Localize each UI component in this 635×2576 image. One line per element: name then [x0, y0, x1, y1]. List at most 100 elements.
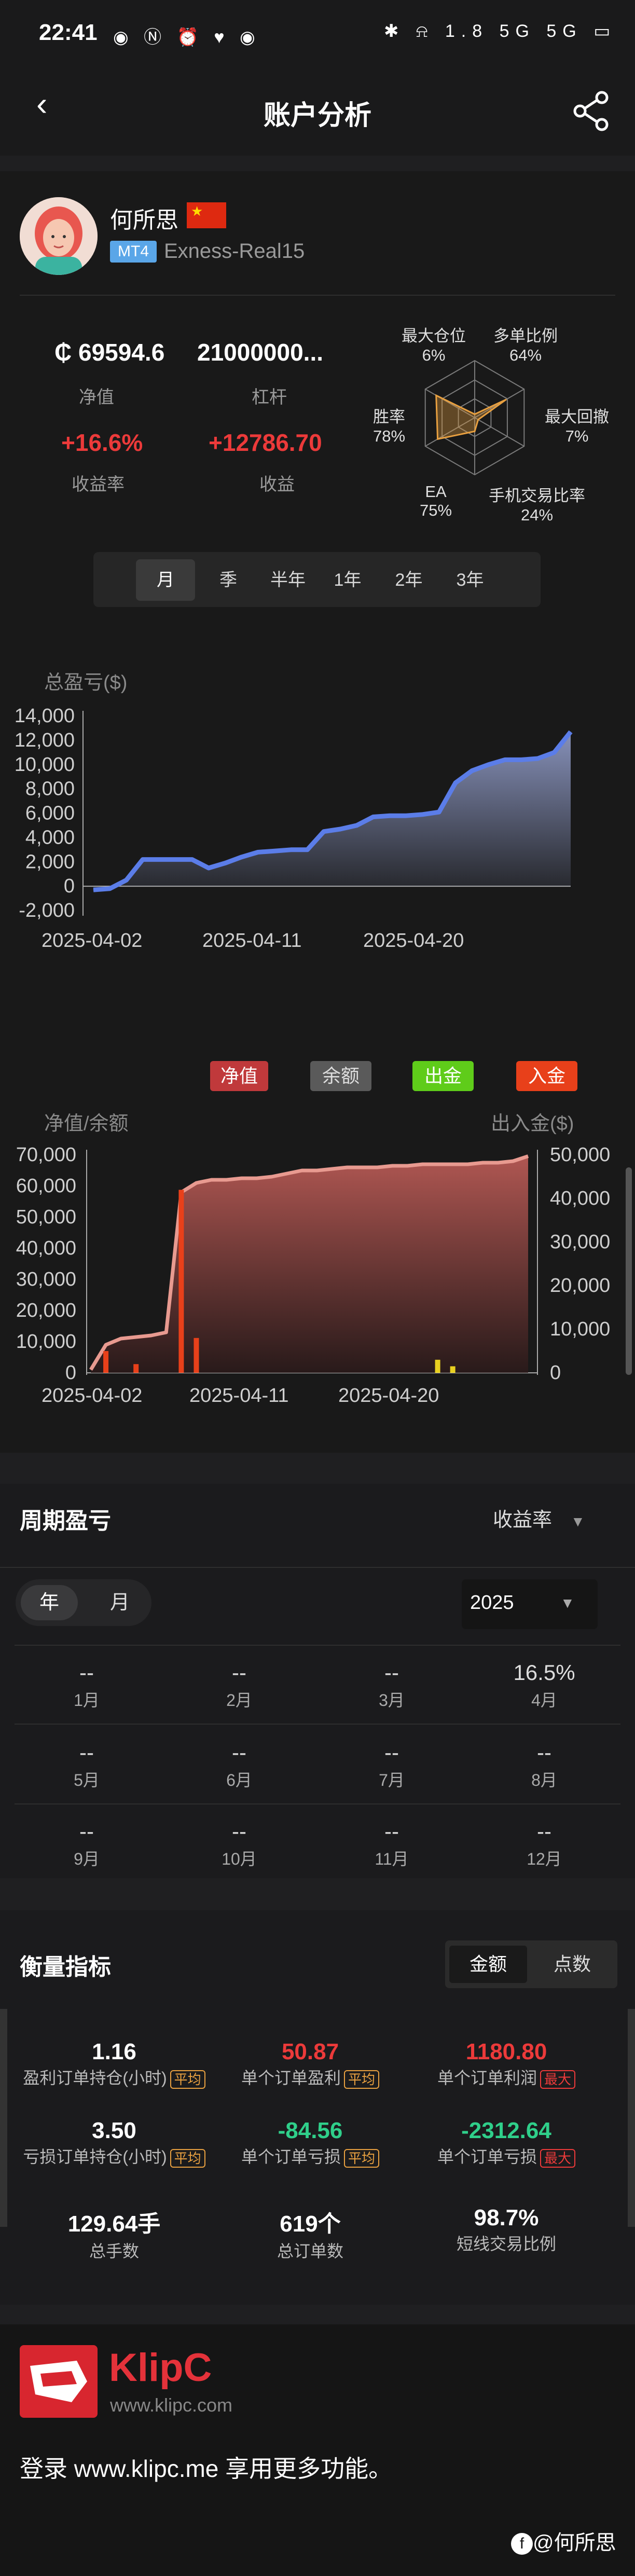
year-select-value: 2025 — [470, 1592, 514, 1614]
month-name: 6月 — [226, 1771, 252, 1789]
period-quarter[interactable]: 季 — [202, 559, 254, 601]
metric-dropdown-label: 收益率 — [493, 1509, 553, 1531]
metric-label-text: 亏损订单持仓(小时) — [23, 2147, 167, 2166]
metric-value: -2312.64 — [461, 2118, 551, 2143]
metric-cell: 1.16 盈利订单持仓(小时) 平均 — [16, 2039, 213, 2089]
radar-polygon — [435, 394, 507, 440]
month-name: 7月 — [379, 1771, 405, 1789]
equity-chart: 70,000 60,000 50,000 40,000 30,000 20,000 10,0… — [16, 1144, 610, 1407]
month-name: 10月 — [222, 1850, 257, 1868]
y-tick-label: 10,000 — [16, 1331, 76, 1353]
month-value: -- — [79, 1660, 94, 1685]
month-cell[interactable]: -- 7月 — [316, 1740, 467, 1791]
month-cell[interactable]: -- 11月 — [316, 1819, 467, 1870]
x-tick-label: 2025-04-20 — [363, 930, 464, 952]
metrics-title: 衡量指标 — [20, 1954, 111, 1980]
legend-withdraw[interactable]: 出金 — [412, 1061, 474, 1091]
y2-tick-label: 20,000 — [550, 1275, 610, 1297]
month-cell[interactable]: -- 2月 — [164, 1660, 314, 1711]
radar-label-long-ratio: 多单比例 64% — [493, 327, 558, 364]
metric-badge: 平均 — [344, 2070, 380, 2089]
metric-value: 98.7% — [474, 2205, 539, 2230]
y2-tick-label: 0 — [550, 1362, 561, 1384]
y-tick-label: -2,000 — [19, 900, 75, 921]
watermark: f @何所思 — [511, 2526, 616, 2556]
avatar-illustration — [20, 197, 98, 275]
metric-cell: 1180.80 单个订单利润 最大 — [408, 2039, 605, 2089]
metric-label: 单个订单亏损 平均 — [212, 2144, 409, 2168]
toggle-year[interactable]: 年 — [21, 1585, 78, 1620]
legend-balance[interactable]: 余额 — [310, 1061, 371, 1091]
period-half-year[interactable]: 半年 — [262, 559, 314, 601]
return-rate-value: +16.6% — [61, 429, 143, 456]
profit-label: 收益 — [259, 475, 295, 494]
pnl-point — [109, 888, 111, 889]
month-cell[interactable]: -- 10月 — [164, 1819, 314, 1870]
metric-value: 1.16 — [92, 2039, 136, 2064]
toggle-month[interactable]: 月 — [91, 1585, 148, 1620]
period-1-year[interactable]: 1年 — [322, 559, 374, 601]
segment-points[interactable]: 点数 — [533, 1946, 611, 1983]
month-cell[interactable]: -- 5月 — [11, 1740, 162, 1791]
month-cell[interactable]: 16.5% 4月 — [469, 1660, 619, 1711]
legend-deposit[interactable]: 入金 — [516, 1061, 577, 1091]
month-cell[interactable]: -- 8月 — [469, 1740, 619, 1791]
y-tick-label: 2,000 — [25, 851, 75, 873]
y2-tick-label: 40,000 — [550, 1188, 610, 1209]
divider — [15, 1803, 620, 1804]
month-cell[interactable]: -- 12月 — [469, 1819, 619, 1870]
metric-badge: 平均 — [170, 2148, 205, 2168]
legend-equity[interactable]: 净值 — [210, 1061, 268, 1091]
metric-label: 总手数 — [16, 2238, 213, 2262]
radar-label-mobile-ratio: 手机交易比率 24% — [489, 487, 585, 524]
month-value: -- — [537, 1819, 551, 1843]
promo-text[interactable]: 登录 www.klipc.me 享用更多功能。 — [20, 2450, 392, 2484]
metric-label: 亏损订单持仓(小时) 平均 — [16, 2144, 213, 2168]
brand-site[interactable]: www.klipc.com — [110, 2394, 232, 2416]
y-tick-label: 70,000 — [16, 1144, 76, 1166]
pnl-chart-title: 总盈亏($) — [44, 672, 128, 694]
chevron-down-icon: ▼ — [571, 1513, 585, 1530]
withdraw-bar — [435, 1359, 440, 1373]
month-name: 8月 — [531, 1771, 557, 1789]
chevron-down-icon: ▼ — [560, 1595, 575, 1611]
divider — [15, 1724, 620, 1725]
period-3-years[interactable]: 3年 — [444, 559, 496, 601]
metric-dropdown[interactable]: 收益率 ▼ — [493, 1504, 585, 1532]
status-right-icons: ✱ ⍾ 1.8 5G 5G ▭ — [384, 21, 617, 41]
pnl-point — [307, 849, 308, 850]
metric-cell: -2312.64 单个订单亏损 最大 — [408, 2118, 605, 2168]
klipc-logo-icon — [20, 2345, 98, 2418]
withdraw-bar — [450, 1366, 455, 1373]
trader-name: 何所思 — [110, 208, 178, 233]
x-tick-label: 2025-04-20 — [338, 1385, 439, 1407]
metric-label: 短线交易比例 — [408, 2231, 605, 2255]
y-tick-label: 30,000 — [16, 1269, 76, 1290]
y-tick-label: 0 — [65, 1362, 76, 1384]
month-name: 2月 — [226, 1691, 252, 1710]
period-month[interactable]: 月 — [136, 559, 195, 601]
metric-label-text: 单个订单利润 — [437, 2069, 537, 2087]
metric-cell: 129.64手 总手数 — [16, 2205, 213, 2262]
pnl-point — [422, 814, 423, 815]
equity-area — [91, 1156, 528, 1373]
avatar[interactable] — [20, 197, 98, 275]
y-tick-label: 8,000 — [25, 778, 75, 800]
y-tick-label: 20,000 — [16, 1300, 76, 1321]
month-value: -- — [232, 1660, 246, 1685]
status-time: 22:41 — [39, 20, 98, 45]
leverage-label: 杠杆 — [252, 388, 287, 407]
metric-badge: 最大 — [540, 2070, 576, 2089]
month-cell[interactable]: -- 9月 — [11, 1819, 162, 1870]
scrollbar[interactable] — [626, 1167, 632, 1375]
segment-amount[interactable]: 金额 — [449, 1946, 527, 1983]
month-cell[interactable]: -- 1月 — [11, 1660, 162, 1711]
metric-value: 3.50 — [92, 2118, 136, 2143]
share-icon[interactable] — [571, 89, 614, 133]
page-title: 账户分析 — [263, 101, 371, 131]
period-2-years[interactable]: 2年 — [383, 559, 435, 601]
month-cell[interactable]: -- 3月 — [316, 1660, 467, 1711]
metric-value: -84.56 — [278, 2118, 343, 2143]
month-cell[interactable]: -- 6月 — [164, 1740, 314, 1791]
y-tick-label: 4,000 — [25, 826, 75, 848]
